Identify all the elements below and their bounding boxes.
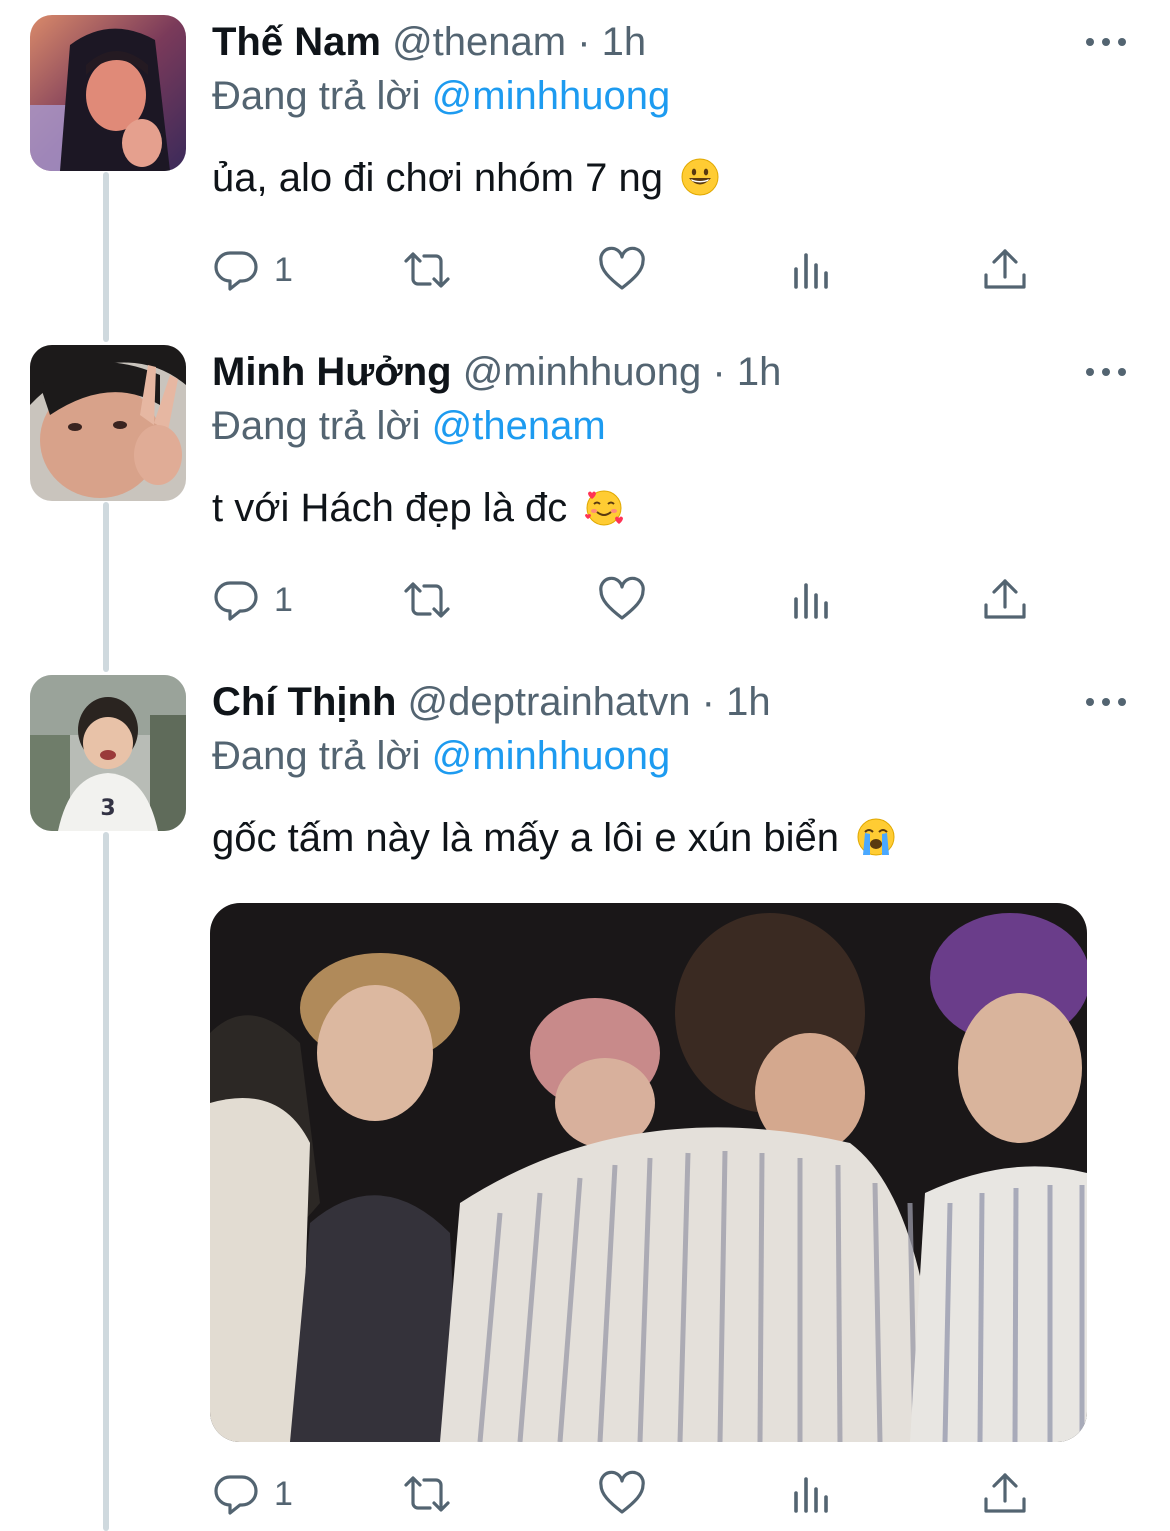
share-button[interactable] [980, 242, 1030, 298]
like-button[interactable] [597, 1466, 647, 1522]
retweet-button[interactable] [402, 572, 452, 628]
user-handle[interactable]: @deptrainhatvn [408, 680, 691, 724]
tweet-text: ủa, alo đi chơi nhóm 7 ng [212, 152, 720, 204]
smiling-face-with-hearts-icon [585, 490, 624, 526]
svg-text:3: 3 [100, 796, 115, 821]
tweet-actions: 1 [212, 572, 1092, 628]
analytics-button[interactable] [787, 242, 837, 298]
tweet-text-content: gốc tấm này là mấy a lôi e xún biển [212, 816, 840, 860]
like-icon [599, 1470, 645, 1514]
more-icon[interactable] [1086, 357, 1126, 387]
analytics-icon [794, 1477, 828, 1513]
reply-prefix: Đang trả lời [212, 404, 421, 448]
analytics-button[interactable] [787, 572, 837, 628]
mention-link[interactable]: @minhhuong [432, 734, 671, 778]
share-button[interactable] [980, 572, 1030, 628]
tweet[interactable]: Thế Nam @thenam · 1h Đang trả lời @minhh… [0, 0, 1170, 330]
like-icon [599, 576, 645, 620]
reply-context: Đang trả lời @thenam [212, 402, 606, 450]
tweet-text: t với Hách đẹp là đc [212, 482, 624, 534]
retweet-icon [404, 582, 450, 618]
timestamp[interactable]: 1h [737, 350, 782, 394]
tweet-photo[interactable] [210, 903, 1087, 1442]
reply-icon [214, 1475, 258, 1515]
avatar[interactable] [30, 345, 186, 501]
share-icon [984, 1473, 1026, 1513]
tweet-header: Chí Thịnh @deptrainhatvn · 1h [212, 678, 771, 726]
like-button[interactable] [597, 572, 647, 628]
tweet[interactable]: 3 Chí Thịnh @deptrainhatvn · 1h Đang trả… [0, 660, 1170, 1531]
display-name[interactable]: Minh Hưởng [212, 350, 452, 394]
timestamp[interactable]: 1h [726, 680, 771, 724]
retweet-icon [404, 252, 450, 288]
loudly-crying-face-icon [857, 818, 895, 856]
reply-prefix: Đang trả lời [212, 74, 421, 118]
tweet-header: Minh Hưởng @minhhuong · 1h [212, 348, 781, 396]
avatar[interactable] [30, 15, 186, 171]
avatar[interactable]: 3 [30, 675, 186, 831]
like-button[interactable] [597, 242, 647, 298]
more-icon[interactable] [1086, 27, 1126, 57]
reply-context: Đang trả lời @minhhuong [212, 732, 670, 780]
separator-dot: · [577, 20, 591, 64]
like-icon [599, 246, 645, 290]
user-handle[interactable]: @thenam [392, 20, 566, 64]
reply-count: 1 [274, 580, 293, 619]
reply-prefix: Đang trả lời [212, 734, 421, 778]
share-button[interactable] [980, 1466, 1030, 1522]
reply-button[interactable]: 1 [212, 242, 293, 298]
tweet-actions: 1 [212, 242, 1092, 298]
reply-count: 1 [274, 250, 293, 289]
tweet-text-content: ủa, alo đi chơi nhóm 7 ng [212, 156, 663, 200]
reply-icon [214, 581, 258, 621]
display-name[interactable]: Thế Nam [212, 20, 381, 64]
more-icon[interactable] [1086, 687, 1126, 717]
reply-button[interactable]: 1 [212, 572, 293, 628]
tweet-header: Thế Nam @thenam · 1h [212, 18, 646, 66]
grinning-face-icon [681, 158, 719, 196]
tweet-actions: 1 [212, 1466, 1092, 1522]
share-icon [984, 579, 1026, 619]
reply-context: Đang trả lời @minhhuong [212, 72, 670, 120]
tweet-text-content: t với Hách đẹp là đc [212, 486, 568, 530]
retweet-button[interactable] [402, 242, 452, 298]
mention-link[interactable]: @thenam [432, 404, 606, 448]
share-icon [984, 249, 1026, 289]
analytics-icon [794, 583, 828, 619]
reply-button[interactable]: 1 [212, 1466, 293, 1522]
retweet-icon [404, 1476, 450, 1512]
timestamp[interactable]: 1h [602, 20, 647, 64]
reply-icon [214, 251, 258, 291]
user-handle[interactable]: @minhhuong [463, 350, 702, 394]
tweet-text: gốc tấm này là mấy a lôi e xún biển [212, 812, 896, 864]
separator-dot: · [701, 680, 715, 724]
separator-dot: · [712, 350, 726, 394]
analytics-icon [794, 253, 828, 289]
retweet-button[interactable] [402, 1466, 452, 1522]
display-name[interactable]: Chí Thịnh [212, 680, 396, 724]
tweet[interactable]: Minh Hưởng @minhhuong · 1h Đang trả lời … [0, 330, 1170, 660]
mention-link[interactable]: @minhhuong [432, 74, 671, 118]
analytics-button[interactable] [787, 1466, 837, 1522]
reply-count: 1 [274, 1474, 293, 1513]
